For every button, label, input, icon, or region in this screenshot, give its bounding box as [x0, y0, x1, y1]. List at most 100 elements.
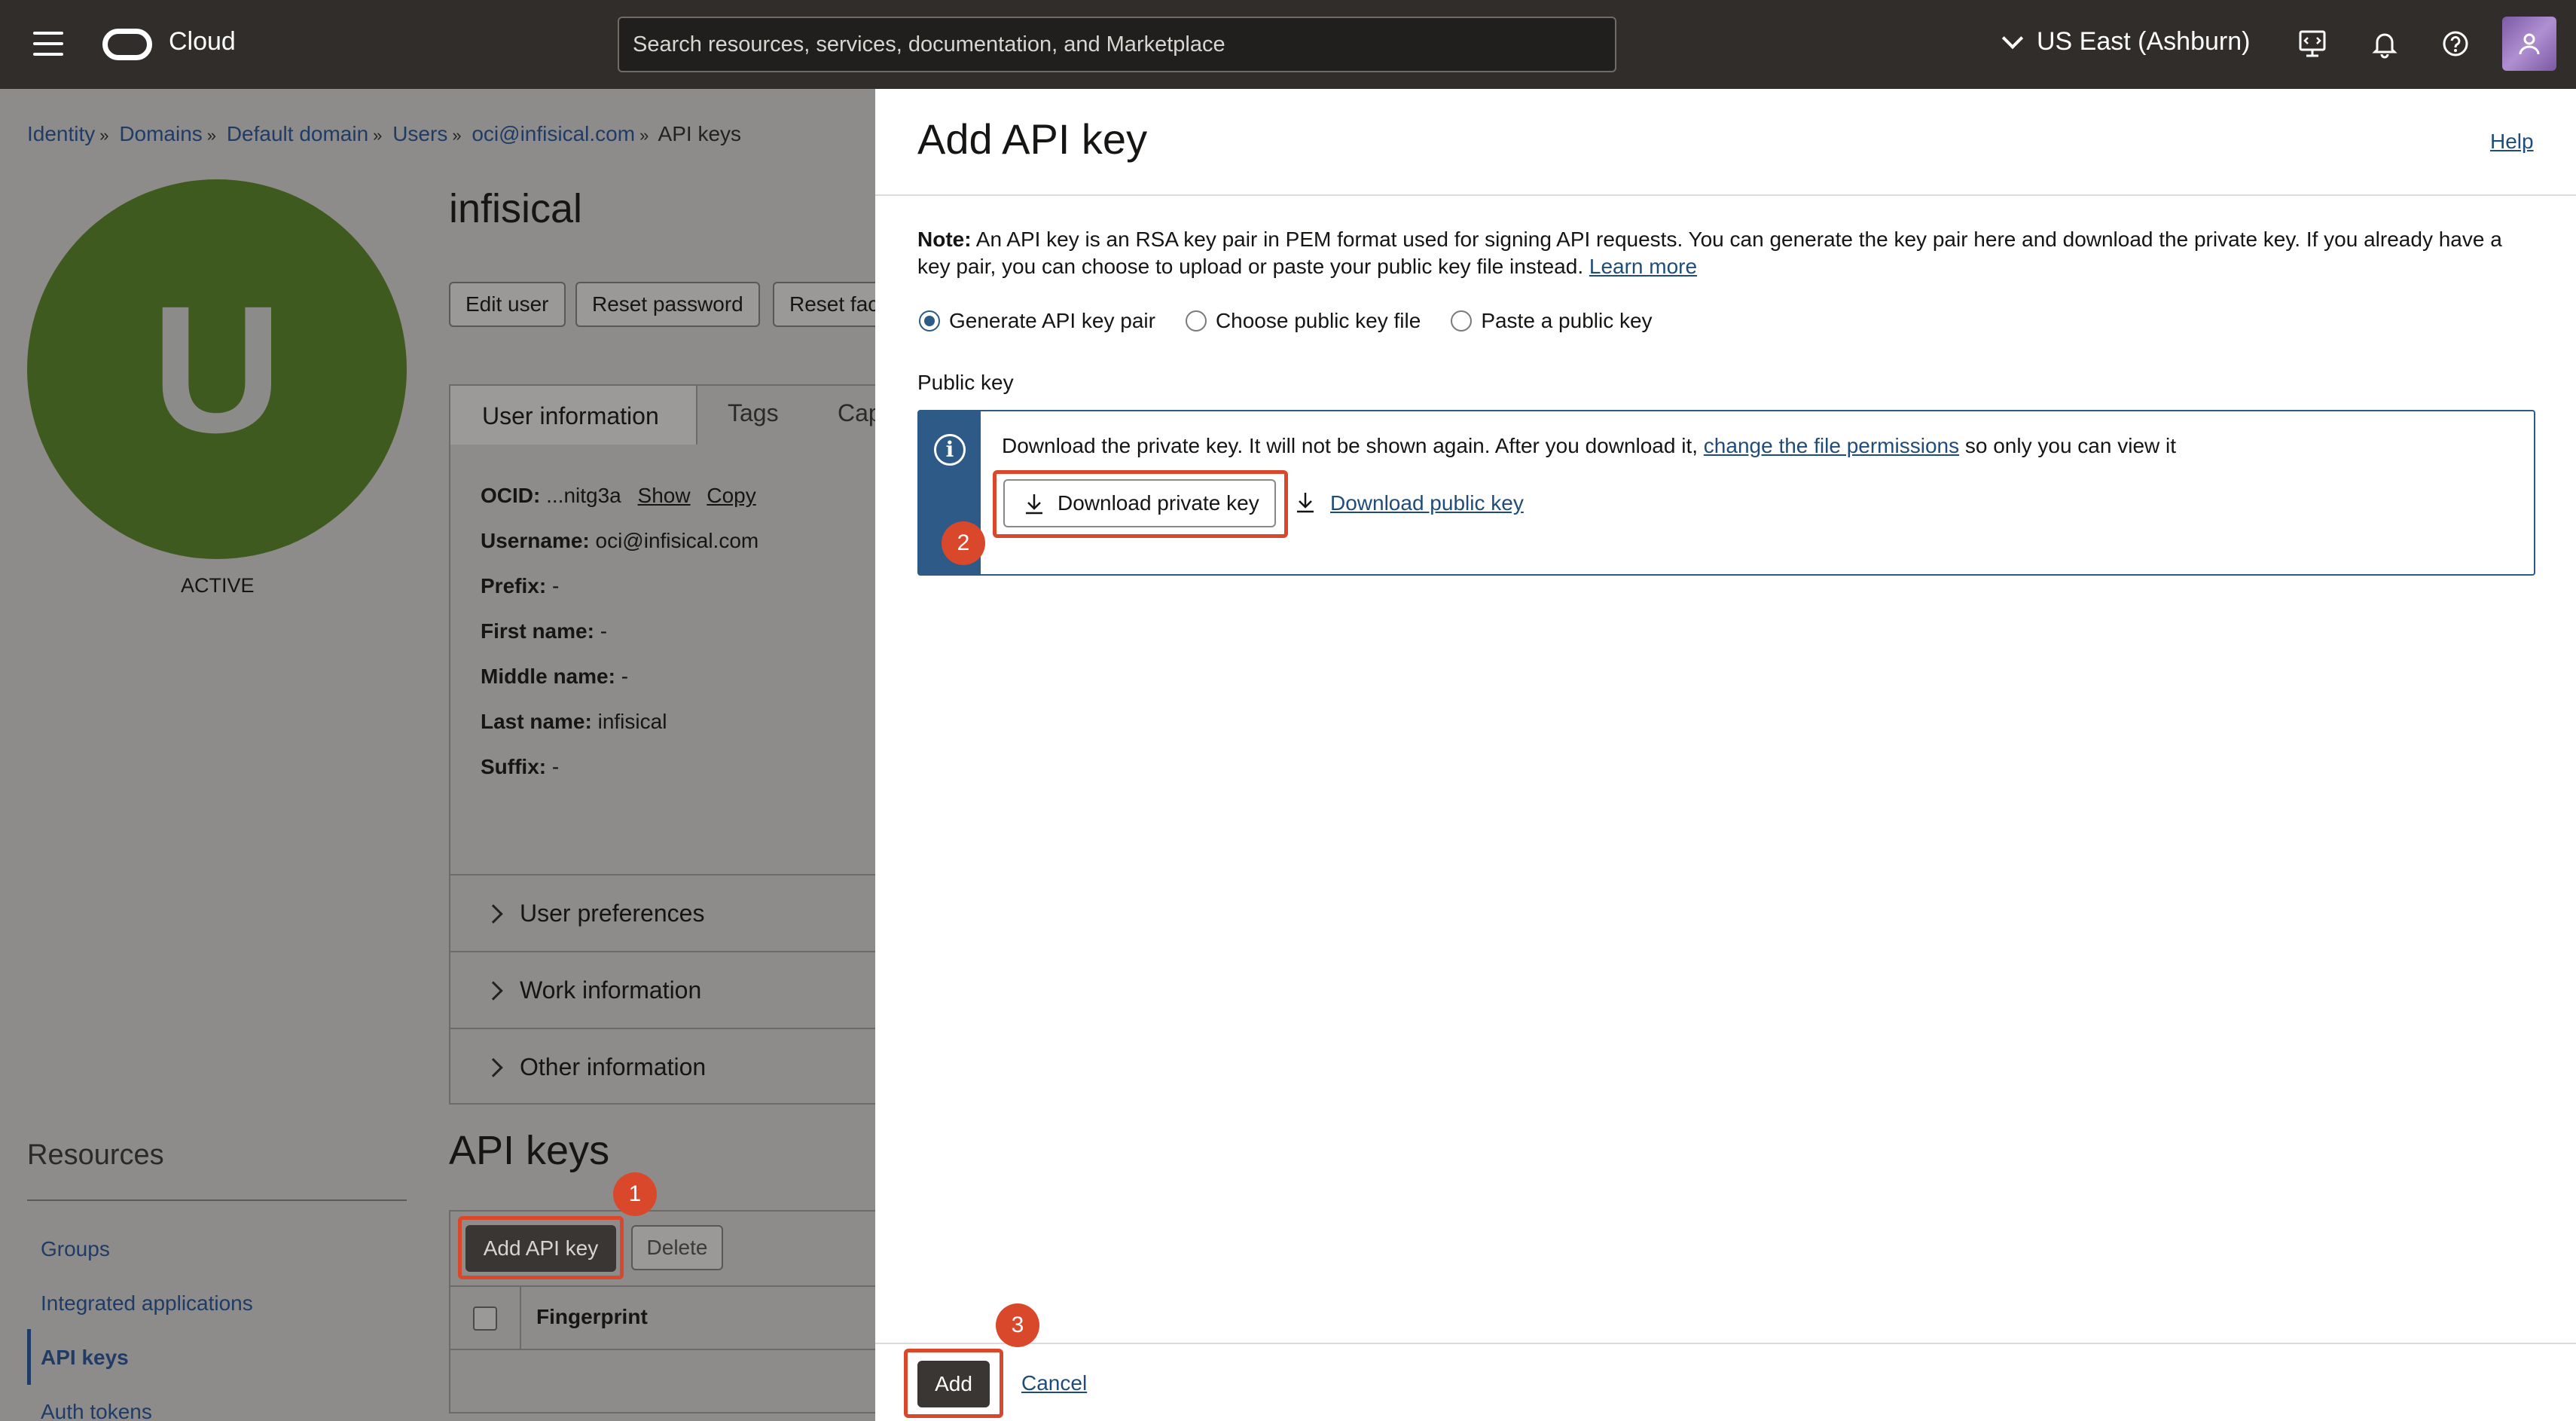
user-status: ACTIVE — [181, 574, 255, 597]
suffix-row: Suffix: - — [481, 755, 559, 779]
delete-button[interactable]: Delete — [631, 1225, 723, 1270]
menu-icon[interactable] — [33, 32, 63, 56]
ocid-show-link[interactable]: Show — [638, 484, 691, 507]
user-icon — [2519, 33, 2540, 55]
bell-icon[interactable] — [2368, 27, 2401, 60]
breadcrumb-default-domain[interactable]: Default domain — [227, 122, 368, 145]
reset-password-button[interactable]: Reset password — [575, 282, 760, 327]
sidebar-item-auth-tokens[interactable]: Auth tokens — [41, 1400, 152, 1421]
step-badge-3: 3 — [996, 1303, 1039, 1347]
radio-button[interactable] — [1451, 310, 1473, 332]
public-key-label: Public key — [917, 371, 1014, 394]
learn-more-link[interactable]: Learn more — [1589, 255, 1697, 278]
field-value: - — [600, 619, 608, 643]
radio-button[interactable] — [919, 310, 940, 332]
note-label: Note: — [917, 228, 972, 251]
field-value: oci@infisical.com — [595, 529, 759, 552]
info-text: Download the private key. It will not be… — [1002, 434, 1704, 457]
field-label: Middle name: — [481, 665, 615, 688]
last-name-row: Last name: infisical — [481, 710, 667, 734]
field-label: First name: — [481, 619, 594, 643]
region-selector[interactable]: US East (Ashburn) — [2001, 27, 2251, 57]
chevron-right-icon — [484, 981, 503, 1001]
info-text: so only you can view it — [1959, 434, 2177, 457]
radio-choose-public-key-file[interactable]: Choose public key file — [1185, 309, 1421, 333]
info-message: Download the private key. It will not be… — [1002, 434, 2176, 458]
column-divider — [520, 1287, 521, 1350]
tab-user-information[interactable]: User information — [449, 384, 697, 445]
section-other-information[interactable]: Other information — [449, 1028, 875, 1103]
download-icon — [1297, 493, 1314, 513]
radio-button[interactable] — [1185, 310, 1207, 332]
section-label: Work information — [520, 976, 702, 1004]
highlight-add-button — [904, 1349, 1003, 1418]
search-input[interactable]: Search resources, services, documentatio… — [618, 17, 1616, 72]
username-row: Username: oci@infisical.com — [481, 529, 758, 553]
field-label: Last name: — [481, 710, 592, 733]
ocid-value: ...nitg3a — [546, 484, 621, 507]
field-value: - — [551, 755, 560, 778]
step-badge-1: 1 — [613, 1172, 657, 1216]
breadcrumb-users[interactable]: Users — [392, 122, 447, 145]
ocid-row: OCID: ...nitg3a Show Copy — [481, 484, 756, 508]
drawer-title: Add API key — [917, 115, 1148, 163]
section-work-information[interactable]: Work information — [449, 951, 875, 1026]
oracle-logo-icon[interactable] — [102, 29, 152, 60]
radio-generate-api-key-pair[interactable]: Generate API key pair — [919, 309, 1155, 333]
column-header-fingerprint[interactable]: Fingerprint — [536, 1305, 648, 1329]
tab-tags[interactable]: Tags — [728, 399, 779, 427]
field-value: - — [621, 665, 629, 688]
page-title: infisical — [449, 186, 583, 231]
top-navigation-bar: Cloud Search resources, services, docume… — [0, 0, 2576, 89]
help-icon[interactable] — [2439, 27, 2472, 60]
region-label: US East (Ashburn) — [2037, 27, 2251, 56]
breadcrumb-identity[interactable]: Identity — [27, 122, 95, 145]
radio-label: Generate API key pair — [949, 309, 1155, 332]
field-value: - — [551, 574, 560, 597]
developer-tools-icon[interactable] — [2296, 27, 2329, 60]
select-all-checkbox[interactable] — [473, 1306, 497, 1331]
highlight-download-private-key — [993, 470, 1288, 538]
divider — [875, 194, 2576, 196]
ocid-copy-link[interactable]: Copy — [707, 484, 755, 507]
edit-user-button[interactable]: Edit user — [449, 282, 566, 327]
field-label: Username: — [481, 529, 590, 552]
sidebar-item-groups[interactable]: Groups — [41, 1237, 110, 1261]
chevron-down-icon — [2001, 27, 2024, 49]
sidebar-item-integrated-applications[interactable]: Integrated applications — [41, 1291, 253, 1316]
note-body: An API key is an RSA key pair in PEM for… — [917, 228, 2502, 278]
first-name-row: First name: - — [481, 619, 607, 643]
section-label: Other information — [520, 1053, 707, 1080]
radio-paste-public-key[interactable]: Paste a public key — [1451, 309, 1653, 333]
step-badge-2: 2 — [942, 521, 985, 565]
active-indicator — [27, 1329, 31, 1385]
info-icon: i — [934, 434, 966, 466]
breadcrumb-user[interactable]: oci@infisical.com — [472, 122, 635, 145]
sidebar-item-api-keys[interactable]: API keys — [41, 1346, 129, 1370]
app-name[interactable]: Cloud — [169, 27, 236, 57]
profile-avatar[interactable] — [2502, 17, 2556, 71]
divider — [27, 1199, 407, 1201]
add-api-key-drawer — [875, 89, 2576, 1421]
help-link[interactable]: Help — [2490, 130, 2534, 154]
section-user-preferences[interactable]: User preferences — [449, 874, 875, 949]
user-avatar: U — [27, 179, 407, 559]
change-permissions-link[interactable]: change the file permissions — [1704, 434, 1959, 457]
download-public-key-link[interactable]: Download public key — [1330, 491, 1524, 515]
table-header — [449, 1287, 875, 1350]
reset-factors-button[interactable]: Reset fac — [773, 282, 875, 327]
chevron-right-icon — [484, 904, 503, 924]
api-keys-heading: API keys — [449, 1128, 610, 1173]
key-source-radio-group: Generate API key pair Choose public key … — [919, 309, 1653, 333]
chevron-right-icon — [484, 1058, 503, 1077]
radio-label: Paste a public key — [1481, 309, 1653, 332]
prefix-row: Prefix: - — [481, 574, 559, 598]
breadcrumb-current: API keys — [658, 122, 742, 145]
divider — [875, 1343, 2576, 1344]
breadcrumb: Identity» Domains» Default domain» Users… — [27, 122, 742, 145]
resources-heading: Resources — [27, 1139, 164, 1171]
field-value: infisical — [597, 710, 667, 733]
breadcrumb-domains[interactable]: Domains — [119, 122, 202, 145]
ocid-label: OCID: — [481, 484, 541, 507]
cancel-link[interactable]: Cancel — [1021, 1371, 1087, 1395]
